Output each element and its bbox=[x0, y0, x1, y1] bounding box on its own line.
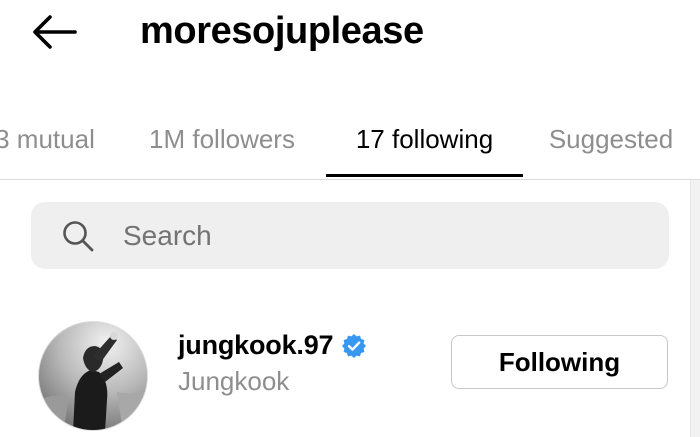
following-button[interactable]: Following bbox=[451, 335, 668, 389]
following-screen: moresojuplease 3 mutual 1M followers 17 … bbox=[0, 0, 700, 437]
avatar[interactable] bbox=[38, 321, 148, 431]
scrollbar[interactable] bbox=[690, 180, 700, 437]
search-input[interactable] bbox=[123, 202, 643, 269]
search-box[interactable] bbox=[31, 202, 669, 269]
tab-mutual[interactable]: 3 mutual bbox=[0, 100, 120, 178]
profile-photo-icon bbox=[39, 322, 147, 430]
tab-bar: 3 mutual 1M followers 17 following Sugge… bbox=[0, 100, 700, 180]
tab-suggested[interactable]: Suggested bbox=[530, 100, 692, 178]
full-name: Jungkook bbox=[178, 366, 290, 396]
list-item[interactable]: jungkook.97 Jungkook Following bbox=[0, 300, 690, 431]
username-line[interactable]: jungkook.97 bbox=[178, 330, 367, 361]
tab-followers[interactable]: 1M followers bbox=[126, 100, 318, 178]
tabs-divider bbox=[0, 179, 700, 180]
arrow-left-icon bbox=[33, 15, 77, 49]
username: jungkook.97 bbox=[178, 330, 334, 360]
page-title: moresojuplease bbox=[140, 10, 424, 52]
verified-badge-icon bbox=[342, 333, 367, 358]
back-button[interactable] bbox=[26, 10, 82, 54]
tab-following[interactable]: 17 following bbox=[326, 100, 523, 178]
search-icon bbox=[63, 221, 94, 252]
header: moresojuplease bbox=[0, 0, 700, 64]
active-tab-indicator bbox=[326, 174, 523, 177]
